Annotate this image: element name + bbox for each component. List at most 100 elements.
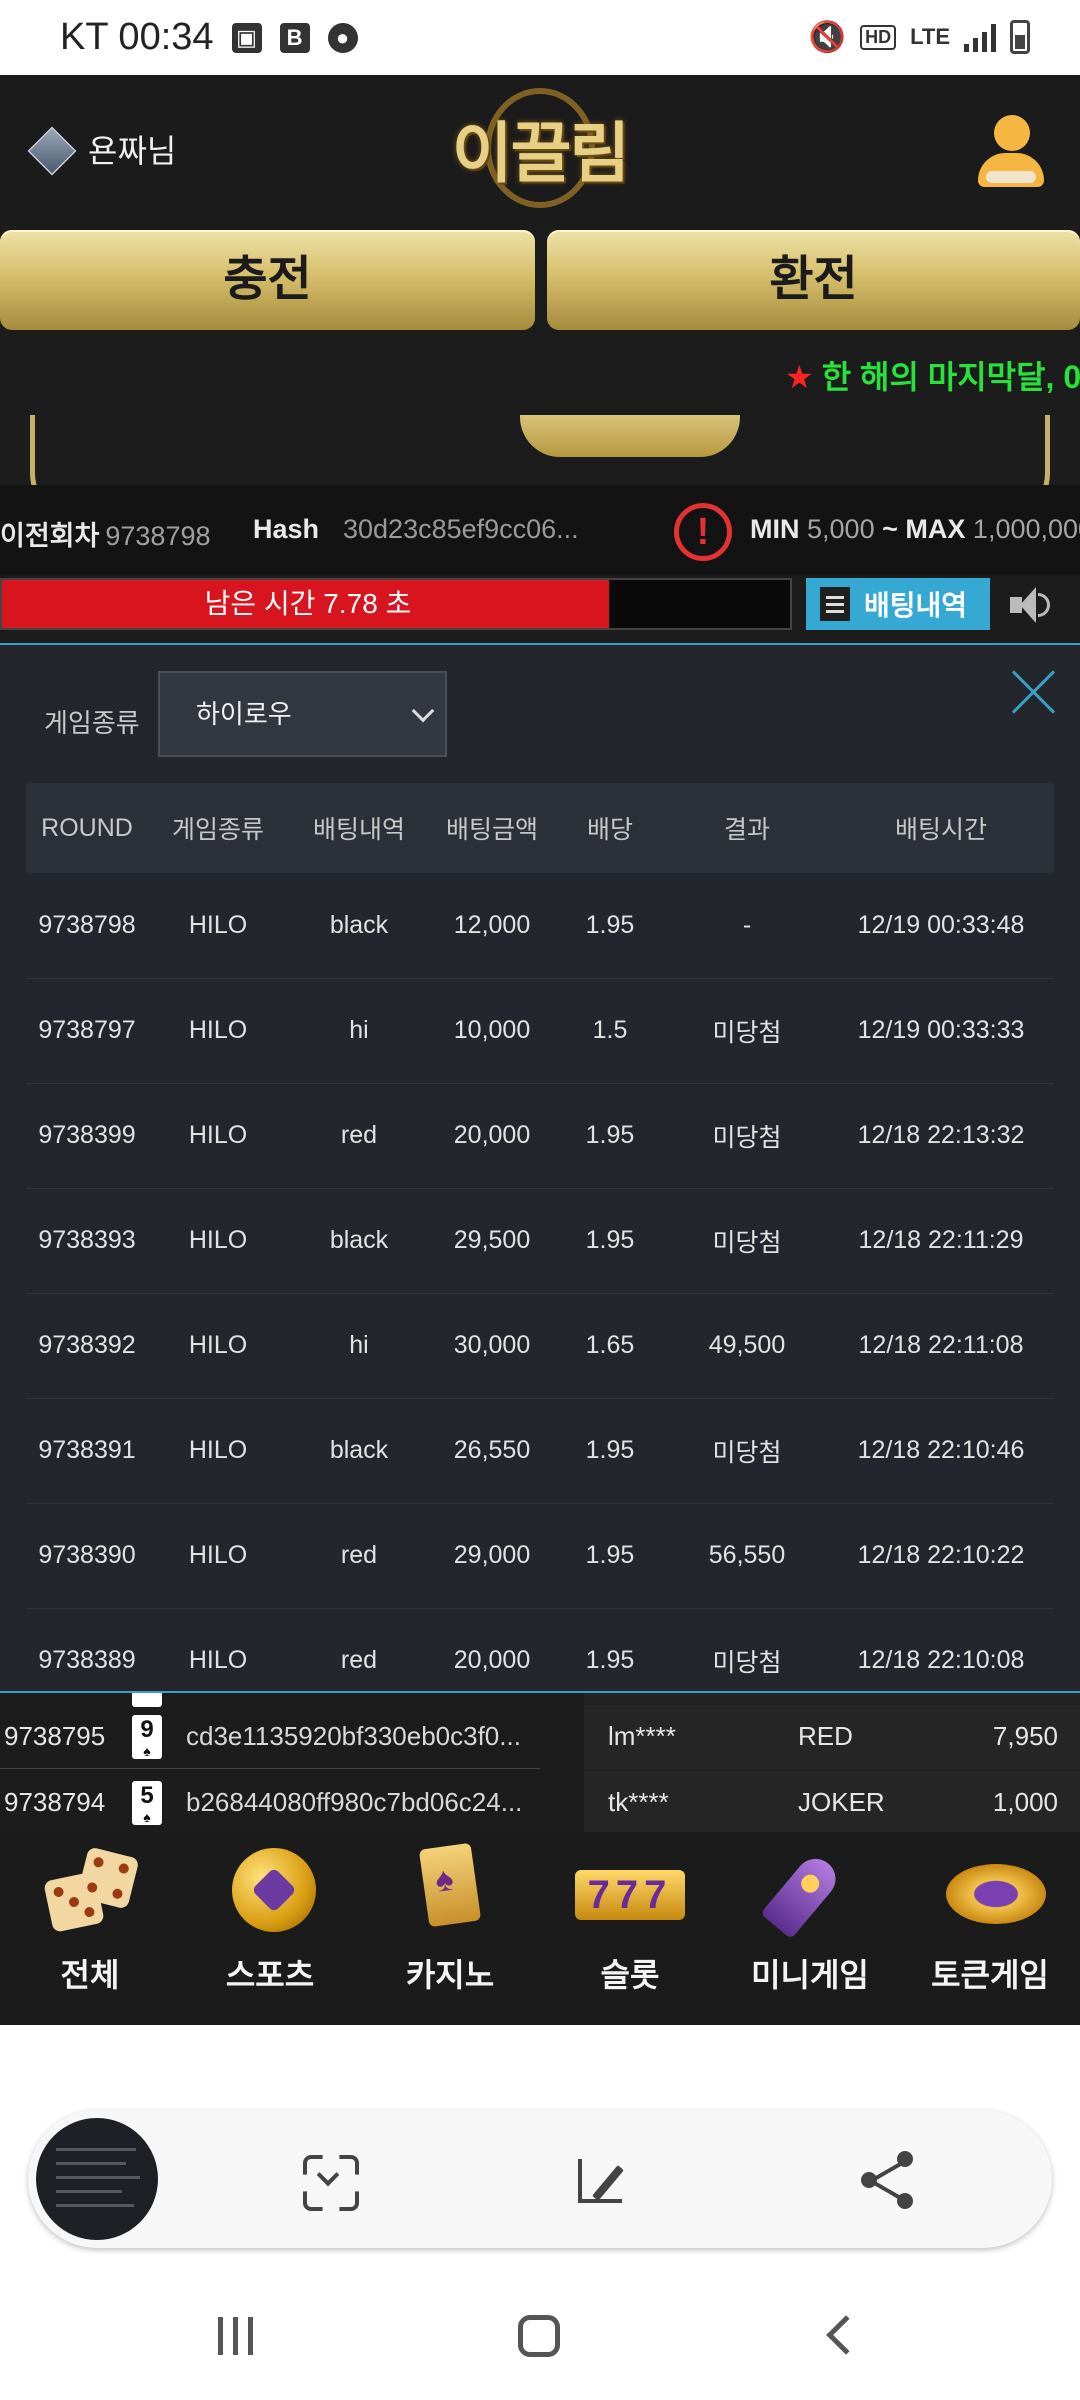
charge-button[interactable]: 충전 bbox=[0, 230, 535, 330]
card-value: 5 bbox=[140, 1782, 154, 1809]
max-value: 1,000,000 bbox=[972, 514, 1080, 544]
live-bet-type: JOKER bbox=[798, 1787, 885, 1817]
bet-history-button-label: 배팅내역 bbox=[864, 590, 968, 621]
nav-item-all[interactable]: 전체 bbox=[0, 1832, 180, 2025]
game-type-selected: 하이로우 bbox=[196, 699, 292, 729]
cell-game: HILO bbox=[148, 1293, 288, 1399]
cell-bet: black bbox=[288, 1188, 430, 1294]
cell-odds: 1.65 bbox=[554, 1293, 666, 1399]
cell-game: HILO bbox=[148, 1503, 288, 1609]
cell-game: HILO bbox=[148, 978, 288, 1084]
live-bet-row: lm**** RED 7,950 bbox=[584, 1705, 1080, 1769]
table-row: 9738392 HILO hi 30,000 1.65 49,500 12/18 22:11… bbox=[26, 1293, 1054, 1399]
cell-round: 9738389 bbox=[26, 1608, 148, 1691]
cell-amount: 29,500 bbox=[430, 1188, 554, 1294]
cell-round: 9738399 bbox=[26, 1083, 148, 1189]
card-value: 9 bbox=[140, 1716, 154, 1743]
bet-history-table: ROUND 게임종류 배팅내역 배팅금액 배당 결과 배팅시간 9738798 HILO bla… bbox=[26, 783, 1054, 1691]
nav-item-minigame[interactable]: 미니게임 bbox=[720, 1832, 900, 2025]
cell-amount: 26,550 bbox=[430, 1398, 554, 1504]
cell-bet: black bbox=[288, 873, 430, 979]
cell-odds: 1.95 bbox=[554, 1083, 666, 1189]
round-info-bar: 이전회차 9738798 Hash 30d23c85ef9cc06... ! MI… bbox=[0, 485, 1080, 575]
cell-round: 9738393 bbox=[26, 1188, 148, 1294]
b-app-notification-icon: B bbox=[279, 22, 310, 53]
cell-result: 미당첨 bbox=[666, 1083, 828, 1189]
edit-crop-icon[interactable] bbox=[568, 2145, 638, 2215]
nav-item-token-game[interactable]: 토큰게임 bbox=[900, 1832, 1080, 2025]
sound-icon[interactable] bbox=[1008, 583, 1052, 627]
table-row: 9738389 HILO red 20,000 1.95 미당첨 12/18 22:10:0… bbox=[26, 1608, 1054, 1691]
live-bet-type: RED bbox=[798, 1721, 853, 1751]
alert-icon[interactable]: ! bbox=[674, 503, 732, 561]
live-bet-amount: 1,000 bbox=[992, 1787, 1058, 1817]
column-header: ROUND bbox=[26, 783, 148, 873]
exchange-button[interactable]: 환전 bbox=[547, 230, 1080, 330]
nav-item-casino[interactable]: 카지노 bbox=[360, 1832, 540, 2025]
cell-result: 미당첨 bbox=[666, 978, 828, 1084]
min-label: MIN bbox=[750, 514, 800, 544]
table-row: 9738797 HILO hi 10,000 1.5 미당첨 12/19 00:33:33 bbox=[26, 978, 1054, 1084]
live-feeds: 9738795 9 ♠ cd3e1135920bf330eb0c3f0... 97… bbox=[0, 1693, 1080, 1833]
screenshot-thumbnail[interactable] bbox=[36, 2118, 158, 2240]
cell-odds: 1.95 bbox=[554, 1398, 666, 1504]
bet-history-button[interactable]: 배팅내역 bbox=[806, 578, 990, 630]
mute-icon: 🔇 bbox=[808, 20, 847, 54]
scroll-capture-icon[interactable] bbox=[293, 2145, 363, 2215]
round-history-feed: 9738795 9 ♠ cd3e1135920bf330eb0c3f0... 97… bbox=[0, 1693, 540, 1833]
system-nav-bar bbox=[0, 2255, 1080, 2400]
cell-game: HILO bbox=[148, 1083, 288, 1189]
user-info[interactable]: 욘짜님 bbox=[22, 125, 176, 173]
carrier-time: KT 00:34 bbox=[60, 16, 214, 58]
table-row: 9738390 HILO red 29,000 1.95 56,550 12/18 22:1… bbox=[26, 1503, 1054, 1609]
cell-result: 미당첨 bbox=[666, 1398, 828, 1504]
nav-label: 미니게임 bbox=[751, 1957, 869, 1993]
nav-label: 카지노 bbox=[405, 1957, 495, 1993]
column-header: 게임종류 bbox=[148, 783, 288, 873]
gallery-notification-icon: ▣ bbox=[231, 22, 262, 53]
rocket-icon bbox=[760, 1846, 858, 1940]
slot-777-icon: 777 bbox=[575, 1846, 685, 1936]
cell-bet: hi bbox=[288, 978, 430, 1084]
cell-odds: 1.95 bbox=[554, 873, 666, 979]
history-row: 9738794 5 ♠ b26844080ff980c7bd06c24... bbox=[0, 1771, 540, 1833]
column-header: 배팅금액 bbox=[430, 783, 554, 873]
cell-round: 9738390 bbox=[26, 1503, 148, 1609]
playing-card: 5 ♠ bbox=[132, 1781, 162, 1825]
history-round: 9738795 bbox=[4, 1721, 106, 1751]
soccer-ball-icon bbox=[222, 1846, 318, 1936]
table-row: 9738399 HILO red 20,000 1.95 미당첨 12/18 22:13:3… bbox=[26, 1083, 1054, 1189]
hash-value[interactable]: 30d23c85ef9cc06... bbox=[343, 514, 579, 545]
home-icon[interactable] bbox=[518, 2315, 560, 2357]
back-icon[interactable] bbox=[826, 2315, 866, 2355]
live-bet-row: tk**** JOKER 1,000 bbox=[584, 1771, 1080, 1833]
screenshot-toolbar bbox=[28, 2110, 1052, 2248]
profile-icon[interactable] bbox=[976, 111, 1046, 191]
game-type-select[interactable]: 하이로우 bbox=[158, 671, 447, 757]
cell-odds: 1.95 bbox=[554, 1503, 666, 1609]
close-icon[interactable] bbox=[1008, 667, 1058, 717]
star-icon: ★ bbox=[785, 359, 814, 395]
hash-label: Hash bbox=[253, 514, 320, 544]
previous-round: 이전회차 9738798 bbox=[0, 514, 211, 553]
site-logo[interactable]: 이끌림 bbox=[450, 80, 630, 215]
cell-bet: red bbox=[288, 1608, 430, 1691]
recents-icon[interactable] bbox=[218, 2317, 258, 2357]
column-header: 배당 bbox=[554, 783, 666, 873]
nav-item-slot[interactable]: 777 슬롯 bbox=[540, 1832, 720, 2025]
share-icon[interactable] bbox=[853, 2145, 923, 2215]
nav-label: 슬롯 bbox=[600, 1957, 660, 1993]
table-body: 9738798 HILO black 12,000 1.95-12/19 00:33:4… bbox=[26, 873, 1054, 1691]
table-row: 9738798 HILO black 12,000 1.95-12/19 00:33:4… bbox=[26, 873, 1054, 979]
list-icon bbox=[820, 587, 850, 621]
bet-limits: MIN 5,000 ~ MAX 1,000,000 bbox=[750, 514, 1080, 545]
nav-item-sports[interactable]: 스포츠 bbox=[180, 1832, 360, 2025]
column-header: 배팅시간 bbox=[828, 783, 1054, 873]
table-row: 9738393 HILO black 29,500 1.95 미당첨 12/18 22:11… bbox=[26, 1188, 1054, 1294]
history-hash: cd3e1135920bf330eb0c3f0... bbox=[186, 1721, 521, 1751]
tilde: ~ bbox=[882, 514, 898, 544]
cell-round: 9738392 bbox=[26, 1293, 148, 1399]
notice-text-wrap: ★ 한 해의 마지막달, 0 bbox=[785, 352, 1080, 397]
network-type: LTE bbox=[910, 24, 950, 49]
column-header: 결과 bbox=[666, 783, 828, 873]
